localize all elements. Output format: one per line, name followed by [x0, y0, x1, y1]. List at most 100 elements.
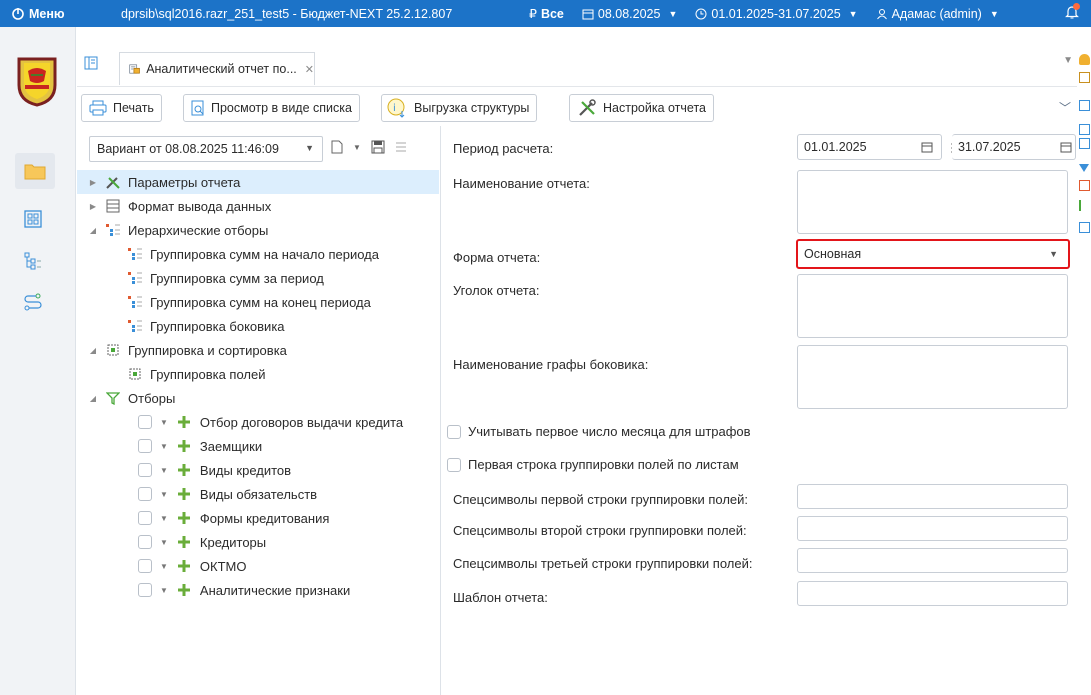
user-icon	[876, 8, 887, 19]
tree-node-group-sort[interactable]: ◢ Группировка и сортировка	[77, 338, 439, 362]
chevron-down-icon[interactable]: ▼	[160, 466, 168, 475]
settings-tree: ▶ Параметры отчета ▶ Формат вывода данны…	[77, 170, 439, 602]
collapse-arrow-icon[interactable]: ◢	[87, 346, 99, 355]
tree-node-label: Группировка боковика	[150, 318, 285, 334]
date-to-field[interactable]: 31.07.2025	[952, 134, 1076, 160]
variant-select[interactable]: Вариант от 08.08.2025 11:46:09 ▼	[89, 136, 323, 162]
expand-arrow-icon[interactable]: ▶	[87, 202, 99, 211]
date-selector[interactable]: 08.08.2025 ▼	[582, 7, 677, 21]
filter-checkbox[interactable]	[138, 511, 152, 525]
plus-icon	[176, 582, 192, 598]
nav-hierarchy-button[interactable]	[16, 246, 50, 276]
report-settings-button[interactable]: Настройка отчета	[569, 94, 714, 122]
chevron-down-icon[interactable]: ▼	[353, 143, 361, 152]
tab-analytic-report[interactable]: Аналитический отчет по... ✕	[119, 52, 315, 85]
tree-node-label: Группировка и сортировка	[128, 342, 287, 358]
filter-item-label: ОКТМО	[199, 558, 247, 574]
filter-item[interactable]: ▼ Формы кредитования	[77, 506, 439, 530]
filter-item[interactable]: ▼ Виды кредитов	[77, 458, 439, 482]
spec1-field[interactable]	[797, 484, 1068, 509]
grid-tool-icon[interactable]	[1079, 138, 1090, 149]
menu-button[interactable]: Меню	[0, 7, 83, 21]
chevron-down-icon[interactable]: ﹀	[1059, 99, 1071, 116]
tree-node-group-fields[interactable]: Группировка полей	[77, 362, 439, 386]
export-structure-button[interactable]: i Выгрузка структуры	[381, 94, 538, 122]
corner-field[interactable]	[797, 274, 1068, 338]
collapse-arrow-icon[interactable]: ◢	[87, 394, 99, 403]
filter-checkbox[interactable]	[138, 487, 152, 501]
first-day-checkbox[interactable]	[447, 424, 461, 439]
template-field[interactable]	[797, 581, 1068, 606]
plus-icon	[176, 510, 192, 526]
print-button[interactable]: Печать	[81, 94, 162, 122]
edit-tool-icon[interactable]	[1079, 200, 1090, 211]
layout-tool-icon[interactable]	[1079, 222, 1090, 233]
filter-checkbox[interactable]	[138, 415, 152, 429]
close-icon[interactable]: ✕	[305, 63, 314, 76]
user-selector[interactable]: Адамас (admin) ▼	[876, 7, 999, 21]
plus-icon	[176, 486, 192, 502]
expand-arrow-icon[interactable]: ▶	[87, 178, 99, 187]
chevron-down-icon[interactable]: ▼	[160, 442, 168, 451]
chevron-down-icon[interactable]: ▼	[160, 562, 168, 571]
chevron-down-icon[interactable]: ▼	[160, 538, 168, 547]
report-form-select[interactable]: Основная ▼	[796, 239, 1070, 269]
power-icon	[12, 7, 24, 20]
first-row-checkbox[interactable]	[447, 457, 461, 472]
spec2-field[interactable]	[797, 516, 1068, 541]
chevron-down-icon[interactable]: ▼	[160, 418, 168, 427]
table-tool-icon[interactable]	[1079, 100, 1090, 111]
panel-toggle-icon[interactable]	[84, 56, 98, 70]
date-from-field[interactable]: 01.01.2025	[797, 134, 942, 160]
nav-folder-button[interactable]	[15, 153, 55, 189]
tree-node-group-end[interactable]: Группировка сумм на конец периода	[77, 290, 439, 314]
filter-item[interactable]: ▼ Кредиторы	[77, 530, 439, 554]
first-day-option[interactable]: Учитывать первое число месяца для штрафо…	[447, 424, 751, 439]
calendar-icon[interactable]	[1060, 141, 1072, 153]
filter-checkbox[interactable]	[138, 583, 152, 597]
filter-checkbox[interactable]	[138, 535, 152, 549]
sidecol-field[interactable]	[797, 345, 1068, 409]
list-view-button[interactable]: Просмотр в виде списка	[183, 94, 360, 122]
user-tool-icon[interactable]	[1079, 54, 1090, 65]
doc-tool-icon[interactable]	[1079, 124, 1090, 135]
collapse-arrow-icon[interactable]: ◢	[87, 226, 99, 235]
nav-route-button[interactable]	[16, 287, 50, 317]
hierarchy-icon	[127, 294, 143, 310]
period-selector[interactable]: 01.01.2025-31.07.2025 ▼	[695, 7, 858, 21]
nav-forms-button[interactable]	[16, 204, 50, 234]
chevron-down-icon[interactable]: ▼	[160, 586, 168, 595]
tree-node-hier-filters[interactable]: ◢ Иерархические отборы	[77, 218, 439, 242]
filter-checkbox[interactable]	[138, 439, 152, 453]
filter-checkbox[interactable]	[138, 463, 152, 477]
settings-tool-icon[interactable]	[1079, 72, 1090, 83]
tabs-dropdown-icon[interactable]: ▼	[1063, 55, 1073, 66]
column-tool-icon[interactable]	[1079, 180, 1090, 191]
list-icon[interactable]	[395, 141, 407, 153]
tree-node-params[interactable]: ▶ Параметры отчета	[77, 170, 439, 194]
report-name-field[interactable]	[797, 170, 1068, 234]
calendar-icon[interactable]	[921, 141, 933, 153]
filter-item[interactable]: ▼ Аналитические признаки	[77, 578, 439, 602]
chevron-down-icon[interactable]: ▼	[160, 490, 168, 499]
save-icon[interactable]	[371, 140, 385, 154]
tree-node-output-format[interactable]: ▶ Формат вывода данных	[77, 194, 439, 218]
currency-selector[interactable]: ₽ Все	[529, 6, 564, 22]
filter-tool-icon[interactable]	[1079, 164, 1089, 172]
filter-item[interactable]: ▼ Отбор договоров выдачи кредита	[77, 410, 439, 434]
chevron-down-icon[interactable]: ▼	[160, 514, 168, 523]
filter-item[interactable]: ▼ Виды обязательств	[77, 482, 439, 506]
tree-node-group-start[interactable]: Группировка сумм на начало периода	[77, 242, 439, 266]
spec3-field[interactable]	[797, 548, 1068, 573]
tree-node-group-period[interactable]: Группировка сумм за период	[77, 266, 439, 290]
first-row-option[interactable]: Первая строка группировки полей по листа…	[447, 457, 739, 472]
filter-item[interactable]: ▼ ОКТМО	[77, 554, 439, 578]
tree-node-label: Иерархические отборы	[128, 222, 269, 238]
new-document-icon[interactable]	[331, 140, 343, 154]
filter-item[interactable]: ▼ Заемщики	[77, 434, 439, 458]
tree-node-group-side[interactable]: Группировка боковика	[77, 314, 439, 338]
filter-checkbox[interactable]	[138, 559, 152, 573]
route-icon	[24, 293, 42, 311]
tree-node-filters[interactable]: ◢ Отборы	[77, 386, 439, 410]
app-title: dprsib\sql2016.razr_251_test5 - Бюджет-N…	[121, 6, 453, 21]
